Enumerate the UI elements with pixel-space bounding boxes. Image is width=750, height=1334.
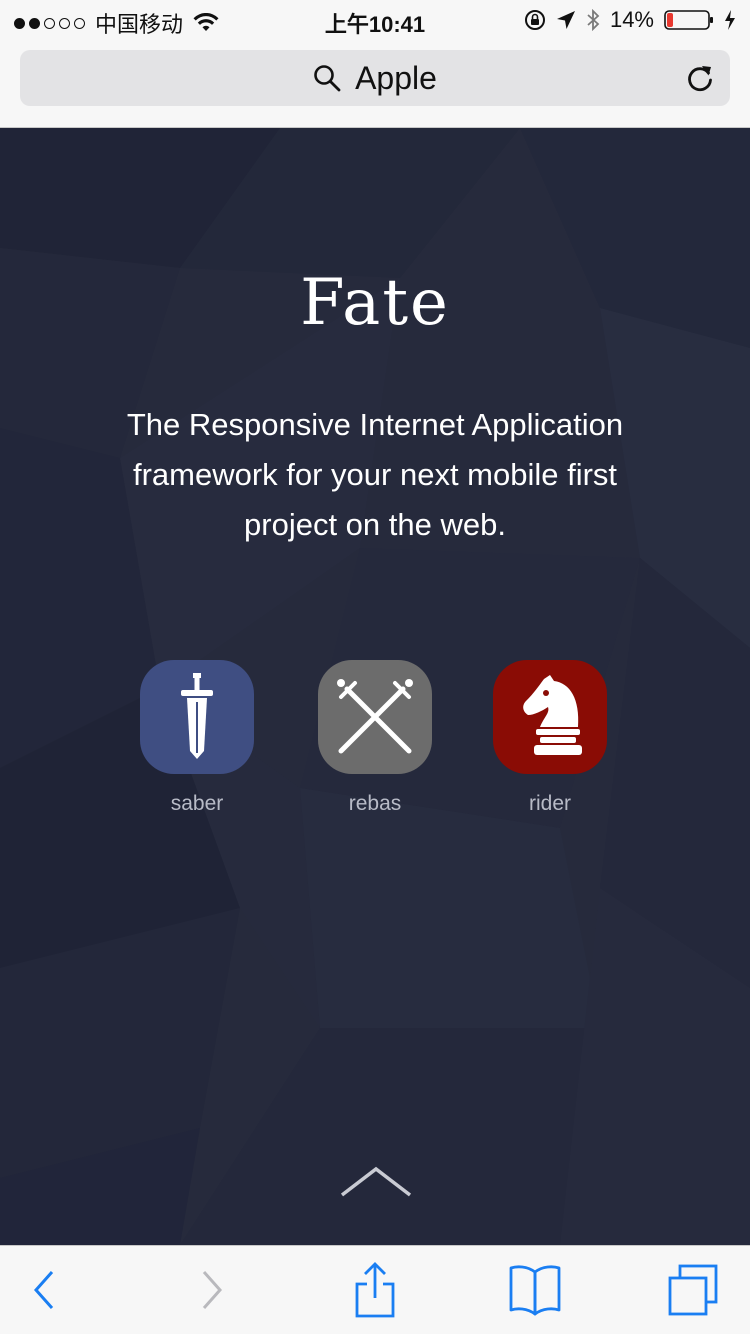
app-label: rider: [528, 792, 571, 815]
address-bar-content: Apple: [20, 50, 730, 106]
tabs-icon: [668, 1264, 718, 1316]
hero-title: Fate: [300, 266, 450, 340]
app-rebas[interactable]: rebas: [305, 660, 445, 816]
bottom-toolbar: [0, 1245, 750, 1334]
share-button[interactable]: [345, 1262, 405, 1318]
app-rider[interactable]: rider: [480, 660, 620, 816]
crossed-swords-icon: [337, 679, 413, 754]
battery-icon: [664, 10, 713, 30]
app-label: saber: [170, 792, 224, 815]
hero-section: Fate The Responsive Internet Application…: [0, 128, 750, 1245]
chess-knight-icon: [523, 675, 582, 755]
bluetooth-icon: [587, 9, 600, 31]
status-right: 14%: [524, 7, 736, 33]
location-icon: [556, 11, 575, 29]
app-saber[interactable]: saber: [127, 660, 267, 816]
chevron-up-icon[interactable]: [340, 1165, 412, 1199]
app-grid: saber rebas rider: [0, 660, 750, 830]
search-icon: [314, 65, 341, 92]
share-icon: [355, 1262, 395, 1318]
address-text: Apple: [355, 59, 437, 96]
bookmarks-icon: [509, 1265, 561, 1316]
status-bar: 中国移动 上午10:41 14%: [0, 0, 750, 40]
battery-percent: 14%: [609, 7, 654, 32]
address-bar-area: Apple: [0, 40, 750, 128]
charging-icon: [725, 10, 735, 30]
address-bar[interactable]: Apple: [20, 50, 730, 106]
back-button[interactable]: [14, 1262, 74, 1318]
app-tile-saber[interactable]: [140, 660, 254, 774]
sword-icon: [181, 673, 213, 759]
orientation-lock-icon: [524, 10, 545, 30]
app-tile-rider[interactable]: [493, 660, 607, 774]
forward-button[interactable]: [182, 1262, 242, 1318]
forward-icon: [202, 1271, 223, 1309]
app-tile-rebas[interactable]: [318, 660, 432, 774]
back-icon: [33, 1271, 54, 1309]
reload-icon[interactable]: [684, 62, 716, 94]
hero-description: The Responsive Internet Application fram…: [126, 407, 624, 542]
bookmarks-button[interactable]: [505, 1262, 565, 1318]
app-label: rebas: [348, 792, 402, 815]
tabs-button[interactable]: [662, 1262, 722, 1318]
